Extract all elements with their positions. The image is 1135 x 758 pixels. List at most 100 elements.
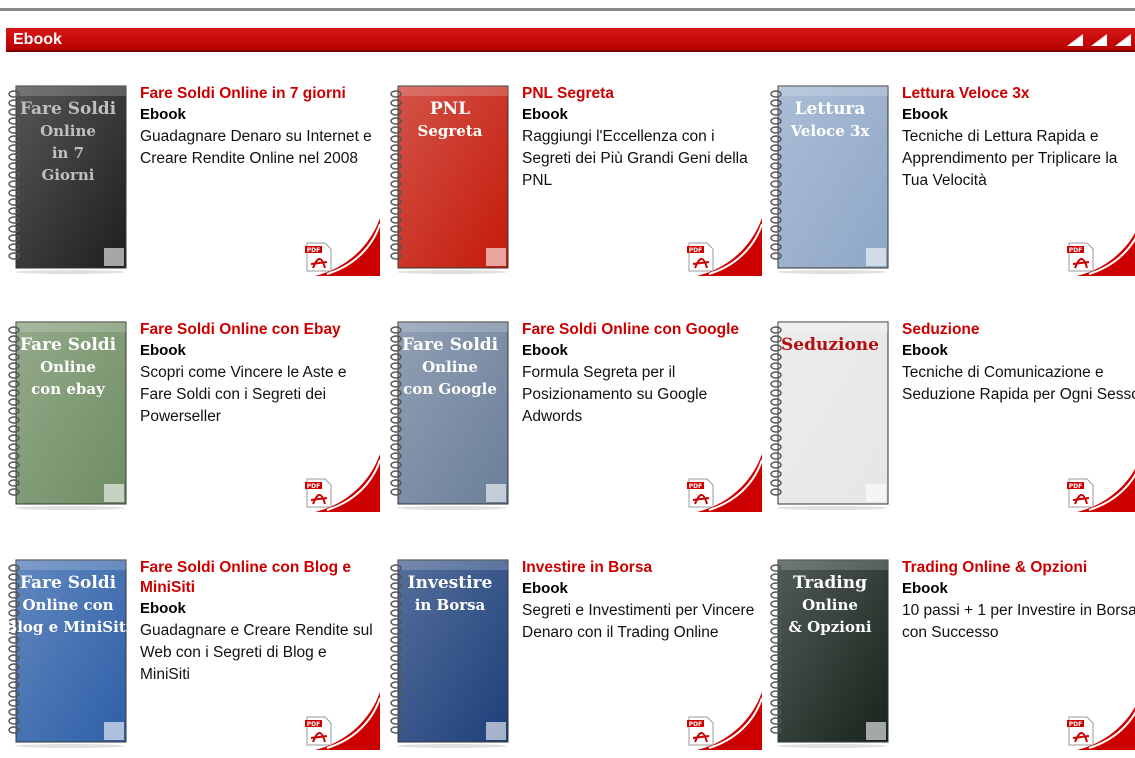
ebook-item: Lettura Veloce 3x Lettura Veloce 3x Ebook… [762,60,1135,280]
ebook-cover-image[interactable]: Trading Online & Opzioni [770,558,892,748]
ebook-cover-image[interactable]: Fare Soldi Online con Blog e MiniSiti [8,558,130,748]
ebook-description: Segreti e Investimenti per Vincere Denar… [522,602,755,641]
ebook-type-label: Ebook [522,342,568,359]
ebook-cover-image[interactable]: PNL Segreta [390,84,512,274]
ebook-item: Trading Online & Opzioni Trading Online & … [762,534,1135,754]
download-area[interactable]: PDF [1067,218,1135,276]
ebook-type-label: Ebook [902,342,948,359]
svg-text:PDF: PDF [689,247,702,254]
ebook-item: PNL Segreta PNL Segreta Ebook Raggiungi l… [382,60,762,280]
cover-text: Fare Soldi [402,335,499,355]
download-area[interactable]: PDF [305,218,380,276]
ebook-cover-image[interactable]: Fare Soldi Online con Google [390,320,512,510]
ebook-item: Fare Soldi Online con Google Fare Soldi On… [382,296,762,516]
ebook-info: PNL Segreta Ebook Raggiungi l'Eccellenza… [522,84,762,192]
cover-text: Online [40,122,96,140]
section-header: Ebook [6,28,1135,52]
cover-text: Online [40,358,96,376]
download-area[interactable]: PDF [687,454,762,512]
pdf-icon[interactable]: PDF [1067,478,1095,508]
cover-text: Giorni [41,166,94,184]
ebook-title-link[interactable]: Fare Soldi Online con Blog e MiniSiti [140,558,380,598]
cover-text: Online [802,596,858,614]
download-area[interactable]: PDF [687,218,762,276]
pdf-icon[interactable]: PDF [687,478,715,508]
ebook-title-link[interactable]: Fare Soldi Online in 7 giorni [140,84,380,104]
cover-text: Trading [793,573,867,593]
svg-text:PDF: PDF [689,721,702,728]
ebook-description: Raggiungi l'Eccellenza con i Segreti dei… [522,128,748,189]
ebook-info: Fare Soldi Online con Blog e MiniSiti Eb… [140,558,380,686]
ebook-title-link[interactable]: Fare Soldi Online con Google [522,320,762,340]
ebook-cover-image[interactable]: Fare Soldi Online con ebay [8,320,130,510]
download-area[interactable]: PDF [687,692,762,750]
pdf-icon[interactable]: PDF [687,242,715,272]
ebook-title-link[interactable]: Seduzione [902,320,1135,340]
svg-text:PDF: PDF [1069,247,1082,254]
ebook-description: Formula Segreta per il Posizionamento su… [522,364,708,425]
ebook-description: 10 passi + 1 per Investire in Borsa con … [902,602,1135,641]
svg-text:PDF: PDF [307,483,320,490]
ebook-item: Investire in Borsa Investire in Borsa Ebo… [382,534,762,754]
pdf-icon[interactable]: PDF [687,716,715,746]
cover-text: Blog e MiniSiti [8,618,130,636]
svg-text:PDF: PDF [307,721,320,728]
cover-text: Seduzione [781,335,879,355]
cover-text: con Google [403,380,497,398]
ebook-info: Fare Soldi Online in 7 giorni Ebook Guad… [140,84,380,170]
download-area[interactable]: PDF [1067,692,1135,750]
cover-text: con ebay [31,380,106,398]
cover-text: & Opzioni [788,618,871,636]
cover-text: Online [422,358,478,376]
cover-text: Online con [22,596,113,614]
pdf-icon[interactable]: PDF [1067,242,1095,272]
ebook-cover-image[interactable]: Investire in Borsa [390,558,512,748]
svg-text:PDF: PDF [307,247,320,254]
ebook-cover-image[interactable]: Fare Soldi Online in 7 Giorni [8,84,130,274]
ebook-description: Guadagnare Denaro su Internet e Creare R… [140,128,372,167]
ebook-item: Seduzione Seduzione Ebook Tecniche di Co… [762,296,1135,516]
ebook-cover-image[interactable]: Lettura Veloce 3x [770,84,892,274]
section-title: Ebook [13,31,62,48]
cover-text: Segreta [418,122,483,140]
ebook-title-link[interactable]: Trading Online & Opzioni [902,558,1135,578]
pdf-icon[interactable]: PDF [305,478,333,508]
ebook-type-label: Ebook [902,580,948,597]
top-divider [0,8,1135,11]
ebook-info: Fare Soldi Online con Google Ebook Formu… [522,320,762,428]
ebook-item: Fare Soldi Online in 7 Giorni Fare Soldi On… [0,60,380,280]
ebook-grid: Fare Soldi Online in 7 Giorni Fare Soldi On… [0,60,1135,758]
ebook-item: Fare Soldi Online con Blog e MiniSiti Fare… [0,534,380,754]
ebook-type-label: Ebook [140,600,186,617]
ebook-description: Scopri come Vincere le Aste e Fare Soldi… [140,364,347,425]
cover-text: Fare Soldi [20,573,117,593]
ebook-info: Investire in Borsa Ebook Segreti e Inves… [522,558,762,644]
download-area[interactable]: PDF [305,692,380,750]
svg-text:PDF: PDF [689,483,702,490]
cover-text: Fare Soldi [20,335,117,355]
ebook-type-label: Ebook [902,106,948,123]
ebook-item: Fare Soldi Online con ebay Fare Soldi Onli… [0,296,380,516]
ebook-cover-image[interactable]: Seduzione [770,320,892,510]
download-area[interactable]: PDF [305,454,380,512]
ebook-type-label: Ebook [140,106,186,123]
svg-text:PDF: PDF [1069,483,1082,490]
ebook-info: Seduzione Ebook Tecniche di Comunicazion… [902,320,1135,406]
download-area[interactable]: PDF [1067,454,1135,512]
collapse-arrows-icon[interactable] [1063,33,1133,47]
pdf-icon[interactable]: PDF [1067,716,1095,746]
pdf-icon[interactable]: PDF [305,716,333,746]
ebook-title-link[interactable]: Fare Soldi Online con Ebay [140,320,380,340]
cover-text: PNL [430,99,470,119]
ebook-title-link[interactable]: Investire in Borsa [522,558,762,578]
ebook-description: Tecniche di Lettura Rapida e Apprendimen… [902,128,1118,189]
ebook-title-link[interactable]: Lettura Veloce 3x [902,84,1135,104]
cover-text: in Borsa [415,596,486,614]
cover-text: Investire [408,573,493,593]
svg-text:PDF: PDF [1069,721,1082,728]
ebook-title-link[interactable]: PNL Segreta [522,84,762,104]
cover-text: Veloce 3x [790,122,871,140]
ebook-description: Tecniche di Comunicazione e Seduzione Ra… [902,364,1135,403]
pdf-icon[interactable]: PDF [305,242,333,272]
ebook-info: Fare Soldi Online con Ebay Ebook Scopri … [140,320,380,428]
